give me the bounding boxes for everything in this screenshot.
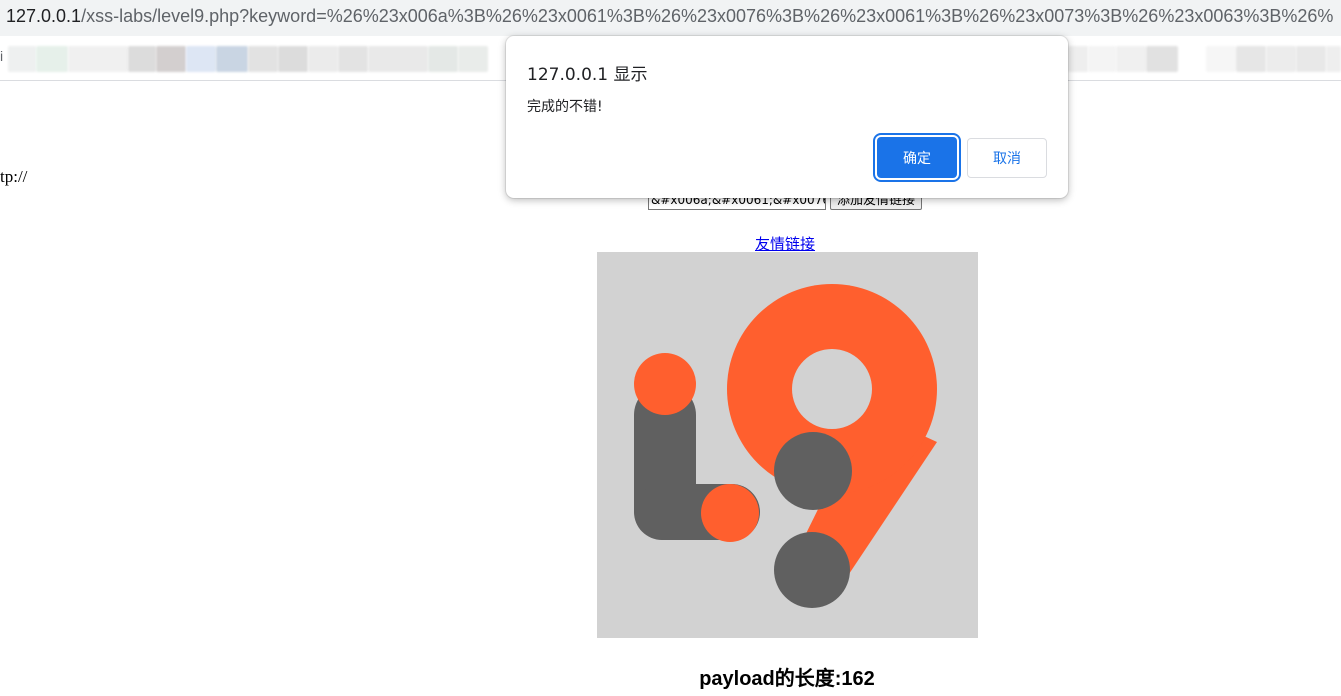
bookmark-item[interactable] xyxy=(68,46,128,72)
alert-dialog: 127.0.0.1 显示 完成的不错! 确定 取消 xyxy=(506,36,1068,198)
bookmark-item[interactable] xyxy=(1206,46,1236,72)
level9-logo xyxy=(597,252,978,638)
bookmark-item[interactable] xyxy=(1326,46,1341,72)
bookmark-item[interactable] xyxy=(36,46,68,72)
bookmark-item[interactable] xyxy=(248,46,278,72)
payload-length-text: payload的长度:162 xyxy=(699,668,875,690)
cancel-button[interactable]: 取消 xyxy=(967,138,1047,178)
dialog-message: 完成的不错! xyxy=(527,99,603,115)
address-bar[interactable]: 127.0.0.1/xss-labs/level9.php?keyword=%2… xyxy=(0,0,1341,36)
bookmark-item[interactable] xyxy=(368,46,428,72)
level9-logo-icon xyxy=(597,252,978,638)
ok-button[interactable]: 确定 xyxy=(877,137,957,178)
bookmark-item[interactable] xyxy=(338,46,368,72)
bookmark-item[interactable] xyxy=(308,46,338,72)
bookmark-item[interactable] xyxy=(1236,46,1266,72)
url-text[interactable]: 127.0.0.1/xss-labs/level9.php?keyword=%2… xyxy=(6,6,1333,27)
url-path: /xss-labs/level9.php?keyword=%26%23x006a… xyxy=(81,6,1334,26)
bookmark-item[interactable] xyxy=(1068,46,1088,72)
bookmark-item[interactable] xyxy=(278,46,308,72)
friend-link[interactable]: 友情链接 xyxy=(755,233,815,254)
partial-page-text: tp:// xyxy=(0,167,28,186)
bookmark-item[interactable] xyxy=(1296,46,1326,72)
bookmark-item[interactable] xyxy=(156,46,186,72)
url-host: 127.0.0.1 xyxy=(6,6,82,26)
bookmark-item[interactable] xyxy=(186,46,216,72)
bookmark-item[interactable] xyxy=(1116,46,1146,72)
bookmark-item[interactable] xyxy=(458,46,488,72)
bookmark-item[interactable] xyxy=(1088,46,1116,72)
dialog-title: 127.0.0.1 显示 xyxy=(527,65,648,85)
bookmark-item[interactable] xyxy=(8,46,36,72)
bookmark-item[interactable] xyxy=(1146,46,1178,72)
bookmark-item[interactable] xyxy=(428,46,458,72)
bookmark-edge-text: i xyxy=(0,48,4,64)
bookmark-item[interactable] xyxy=(128,46,156,72)
bookmark-item[interactable] xyxy=(216,46,248,72)
bookmark-item[interactable] xyxy=(1266,46,1296,72)
